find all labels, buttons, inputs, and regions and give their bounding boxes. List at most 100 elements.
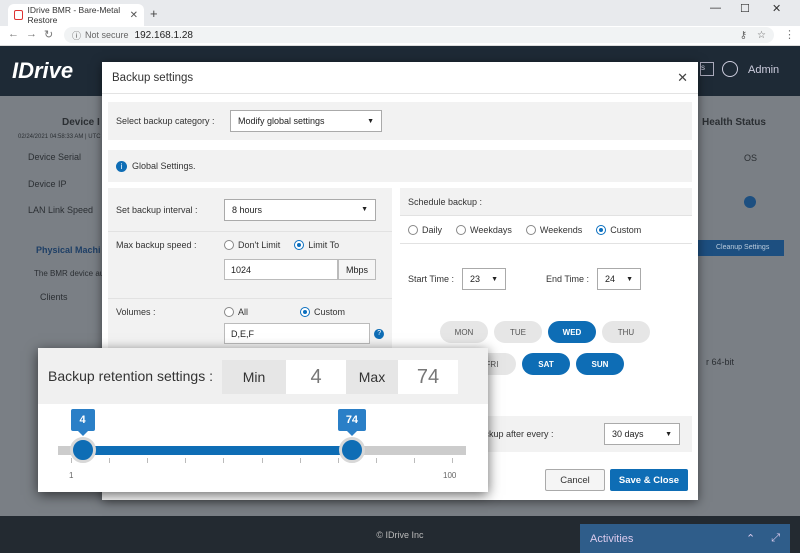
max-value[interactable]: 74: [398, 360, 458, 394]
key-icon[interactable]: ⚷: [740, 30, 747, 41]
category-select[interactable]: Modify global settings ▼: [230, 110, 382, 132]
slider-tick: [71, 458, 72, 463]
physical-machines-title: Physical Machi: [36, 245, 101, 255]
day-thu[interactable]: THU: [602, 321, 650, 343]
radio-selected-icon: [294, 240, 305, 250]
schedule-options: Daily Weekdays Weekends Custom: [400, 216, 692, 244]
slider-tick: [147, 458, 149, 463]
slider-min-handle[interactable]: [69, 437, 96, 463]
min-label: Min: [222, 360, 286, 394]
start-time-value: 23: [470, 274, 481, 284]
info-circle-icon: i: [116, 160, 127, 172]
min-value[interactable]: 4: [286, 360, 346, 394]
schedule-custom-radio[interactable]: Custom: [596, 224, 642, 235]
slider-tick: [413, 458, 415, 463]
maximize-button[interactable]: ☐: [740, 2, 750, 15]
device-ip-label: Device IP: [28, 179, 67, 189]
days-row-2: FRI SAT SUN: [468, 353, 624, 375]
scale-min-label: 1: [69, 471, 74, 480]
security-label: Not secure: [85, 30, 129, 40]
bookmark-star-icon[interactable]: ☆: [757, 30, 766, 41]
cancel-button[interactable]: Cancel: [545, 469, 605, 491]
schedule-weekends-radio[interactable]: Weekends: [525, 224, 583, 235]
back-icon[interactable]: ←: [8, 28, 19, 40]
health-status-title: Health Status: [702, 117, 766, 128]
schedule-weekdays-radio[interactable]: Weekdays: [456, 224, 512, 235]
volumes-label: Volumes :: [116, 307, 156, 317]
day-wed[interactable]: WED: [548, 321, 596, 343]
address-bar[interactable]: ⓘ Not secure 192.168.1.28 ⚷ ☆: [64, 27, 774, 43]
radio-icon: [456, 224, 467, 235]
modal-close-icon[interactable]: ✕: [677, 70, 688, 86]
reload-icon[interactable]: ↻: [44, 28, 53, 41]
speed-opt2-label: Limit To: [308, 240, 340, 250]
day-mon[interactable]: MON: [440, 321, 488, 343]
sched-weekends-label: Weekends: [539, 224, 583, 235]
activities-label: Activities: [590, 532, 634, 545]
volumes-all-radio[interactable]: All: [224, 307, 248, 317]
end-time-group: End Time : 24 ▼: [546, 268, 642, 290]
url-text: 192.168.1.28: [134, 29, 193, 41]
save-close-button[interactable]: Save & Close: [610, 469, 688, 491]
max-label: Max: [346, 360, 398, 394]
scale-max-label: 100: [443, 471, 457, 480]
slider-tick: [223, 458, 225, 463]
schedule-header: Schedule backup :: [400, 188, 692, 216]
start-time-group: Start Time : 23 ▼: [408, 268, 507, 290]
day-sat[interactable]: SAT: [522, 353, 570, 375]
clients-tab[interactable]: Clients: [40, 292, 68, 302]
header-button[interactable]: s: [700, 62, 714, 76]
radio-icon: [408, 224, 418, 235]
end-time-select[interactable]: 24 ▼: [597, 268, 642, 290]
chevron-up-icon[interactable]: ⌃: [746, 532, 755, 545]
radio-selected-icon: [300, 307, 311, 317]
caret-down-icon: ▼: [361, 206, 368, 213]
slider-tick: [185, 458, 187, 463]
bmr-note: The BMR device au: [34, 269, 105, 278]
close-window-button[interactable]: ✕: [772, 2, 781, 15]
help-icon[interactable]: ?: [374, 328, 384, 339]
os-label: OS: [744, 153, 758, 163]
browser-tab[interactable]: IDrive BMR - Bare-Metal Restore ✕: [8, 4, 144, 26]
speed-limit-to-radio[interactable]: Limit To: [294, 240, 339, 250]
speed-dont-limit-radio[interactable]: Don't Limit: [224, 240, 280, 250]
category-row: Select backup category : Modify global s…: [108, 102, 692, 140]
radio-selected-icon: [596, 224, 607, 235]
caret-down-icon: ▼: [491, 275, 499, 283]
info-icon[interactable]: ⓘ: [72, 29, 81, 42]
browser-menu-icon[interactable]: ⋮: [784, 28, 795, 41]
volumes-custom-radio[interactable]: Custom: [300, 307, 345, 317]
expand-icon[interactable]: ⤢: [771, 532, 780, 545]
volumes-input[interactable]: D,E,F: [224, 323, 371, 344]
day-tue[interactable]: TUE: [494, 321, 542, 343]
sched-custom-label: Custom: [610, 224, 642, 235]
speed-input[interactable]: 1024: [224, 259, 338, 280]
category-label: Select backup category :: [116, 116, 215, 126]
radio-icon: [525, 224, 536, 235]
schedule-daily-radio[interactable]: Daily: [408, 224, 442, 235]
interval-select[interactable]: 8 hours ▼: [224, 198, 376, 221]
modal-title: Backup settings: [112, 71, 194, 84]
cleanup-settings-button[interactable]: Cleanup Settings: [698, 240, 784, 256]
speed-label: Max backup speed :: [116, 240, 197, 250]
end-time-value: 24: [605, 274, 616, 284]
device-serial-label: Device Serial: [28, 152, 82, 162]
modal-header: Backup settings ✕: [102, 62, 698, 94]
activities-panel[interactable]: Activities ⌃ ⤢: [580, 524, 790, 553]
speed-unit: Mbps: [338, 259, 376, 280]
day-sun[interactable]: SUN: [576, 353, 624, 375]
merge-value: 30 days: [612, 429, 644, 439]
merge-select[interactable]: 30 days ▼: [604, 423, 680, 445]
new-tab-button[interactable]: +: [150, 6, 158, 21]
caret-down-icon: ▼: [665, 430, 672, 438]
user-menu[interactable]: Admin: [748, 64, 779, 76]
slider-max-handle[interactable]: [338, 437, 365, 463]
start-time-select[interactable]: 23 ▼: [462, 268, 507, 290]
tab-close-icon[interactable]: ✕: [130, 10, 138, 21]
minimize-button[interactable]: —: [710, 2, 721, 14]
interval-value: 8 hours: [232, 204, 263, 215]
location-icon[interactable]: [722, 61, 738, 77]
forward-icon[interactable]: →: [26, 28, 37, 40]
min-tooltip: 4: [70, 409, 95, 436]
favicon-icon: [14, 10, 23, 20]
